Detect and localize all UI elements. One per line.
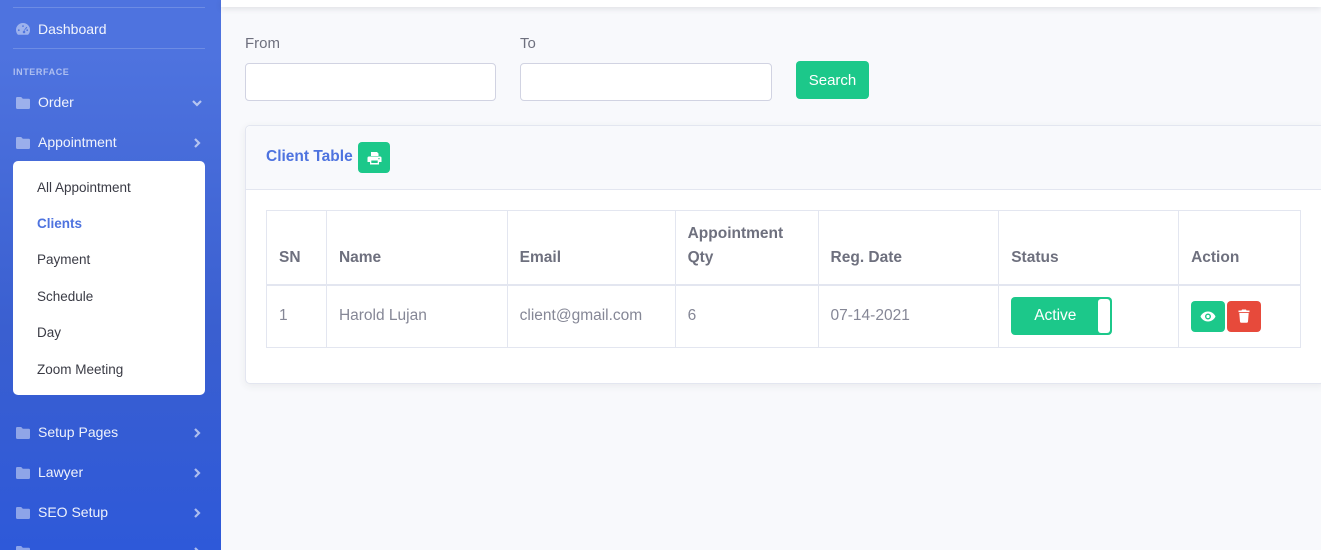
cell-action [1178, 284, 1301, 348]
column-header-name[interactable]: Name [325, 210, 508, 285]
sidebar-item-appointment[interactable]: Appointment [0, 125, 221, 159]
search-button[interactable]: Search [796, 61, 869, 99]
column-header-reg-date[interactable]: Reg. Date [817, 210, 1000, 285]
sidebar-item-label: Appointment [38, 134, 117, 150]
sidebar-item-lawyer[interactable]: Lawyer [0, 455, 221, 489]
status-label: Active [1034, 307, 1077, 325]
table-header-row: SN Name Email Appointment Qty Reg. Date … [266, 210, 1301, 285]
card-title: Client Table [266, 148, 353, 165]
column-header-appointment-qty[interactable]: Appointment Qty [674, 210, 819, 285]
sidebar-item-label: Setup Pages [38, 424, 119, 440]
sidebar-divider [13, 7, 205, 8]
sidebar-item-label: Order [38, 94, 74, 110]
chevron-right-icon [191, 506, 203, 518]
column-header-status[interactable]: Status [998, 210, 1180, 285]
submenu-item-clients[interactable]: Clients [13, 205, 205, 241]
sidebar-item-seo-setup[interactable]: SEO Setup [0, 495, 221, 529]
cell-sn: 1 [266, 284, 327, 348]
trash-icon [1238, 309, 1250, 324]
submenu-item-zoom-meeting[interactable]: Zoom Meeting [13, 351, 205, 387]
folder-icon [14, 425, 31, 439]
submenu-item-all-appointment[interactable]: All Appointment [13, 169, 205, 205]
sidebar-item-label: SEO Setup [38, 504, 109, 520]
sidebar-divider [13, 48, 205, 49]
folder-icon [14, 95, 31, 109]
topbar [221, 0, 1321, 7]
sidebar: Dashboard INTERFACE Order Appointment Al… [0, 0, 221, 550]
chevron-right-icon [191, 545, 203, 550]
sidebar-item-dashboard[interactable]: Dashboard [0, 12, 221, 46]
submenu-item-schedule[interactable]: Schedule [13, 278, 205, 314]
print-button[interactable] [358, 142, 390, 173]
folder-icon [14, 135, 31, 149]
chevron-right-icon [191, 426, 203, 438]
from-label: From [245, 35, 280, 52]
printer-icon [367, 151, 382, 165]
card-header: Client Table [246, 126, 1321, 190]
appointment-submenu: All Appointment Clients Payment Schedule… [13, 161, 205, 395]
delete-button[interactable] [1227, 300, 1262, 332]
view-button[interactable] [1191, 300, 1226, 332]
cell-email: client@gmail.com [506, 284, 676, 348]
to-date-input[interactable] [520, 63, 772, 101]
eye-icon [1200, 311, 1216, 322]
cell-name: Harold Lujan [325, 284, 508, 348]
from-date-input[interactable] [245, 63, 496, 101]
chevron-right-icon [191, 466, 203, 478]
status-toggle[interactable]: Active [1011, 297, 1113, 336]
folder-icon [14, 505, 31, 519]
submenu-item-payment[interactable]: Payment [13, 242, 205, 278]
sidebar-item-setup-pages[interactable]: Setup Pages [0, 415, 221, 449]
cell-status: Active [998, 284, 1180, 348]
dashboard-icon [14, 22, 31, 36]
cell-appointment-qty: 6 [674, 284, 819, 348]
chevron-down-icon [191, 96, 203, 108]
toggle-knob [1098, 299, 1111, 334]
submenu-item-day[interactable]: Day [13, 315, 205, 351]
table-row: 1 Harold Lujan client@gmail.com 6 07-14-… [266, 284, 1301, 348]
sidebar-item-label: Dashboard [38, 21, 107, 37]
chevron-right-icon [191, 136, 203, 148]
sidebar-item-partial[interactable] [0, 534, 221, 550]
folder-icon [14, 544, 31, 550]
column-header-sn[interactable]: SN [266, 210, 327, 285]
folder-icon [14, 465, 31, 479]
clients-table: SN Name Email Appointment Qty Reg. Date … [266, 210, 1301, 348]
to-label: To [520, 35, 536, 52]
sidebar-item-order[interactable]: Order [0, 85, 221, 119]
cell-reg-date: 07-14-2021 [817, 284, 1000, 348]
column-header-email[interactable]: Email [506, 210, 676, 285]
sidebar-heading: INTERFACE [13, 67, 70, 77]
sidebar-item-label: Lawyer [38, 464, 84, 480]
column-header-action: Action [1178, 210, 1301, 285]
client-table-card: Client Table SN Name Email Appointment Q… [245, 125, 1321, 384]
